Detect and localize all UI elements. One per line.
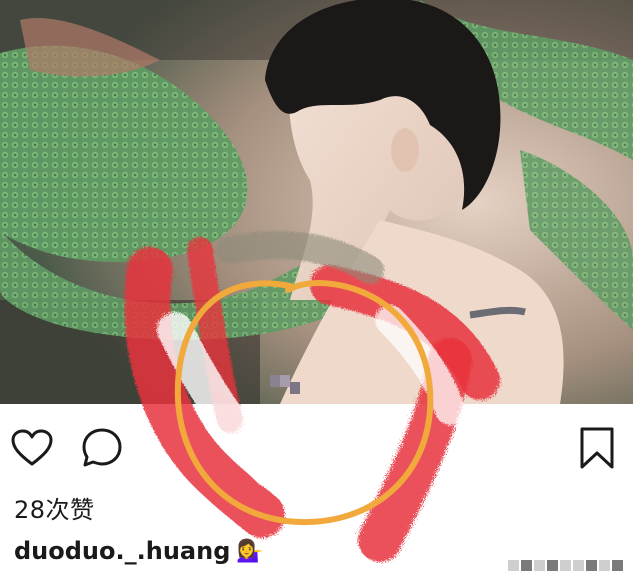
emoji: 💁‍♀️ — [236, 538, 264, 564]
action-bar — [0, 404, 633, 484]
caption: duoduo._.huang 💁‍♀️ — [14, 537, 264, 565]
comment-bubble-icon[interactable] — [80, 426, 124, 470]
watermark — [508, 553, 626, 577]
likes-count[interactable]: 28次赞 — [14, 490, 95, 525]
username[interactable]: duoduo._.huang — [14, 537, 230, 565]
post-photo[interactable] — [0, 0, 633, 404]
photo-artwork — [0, 0, 633, 404]
bookmark-icon[interactable] — [575, 424, 619, 472]
heart-icon[interactable] — [10, 426, 54, 470]
